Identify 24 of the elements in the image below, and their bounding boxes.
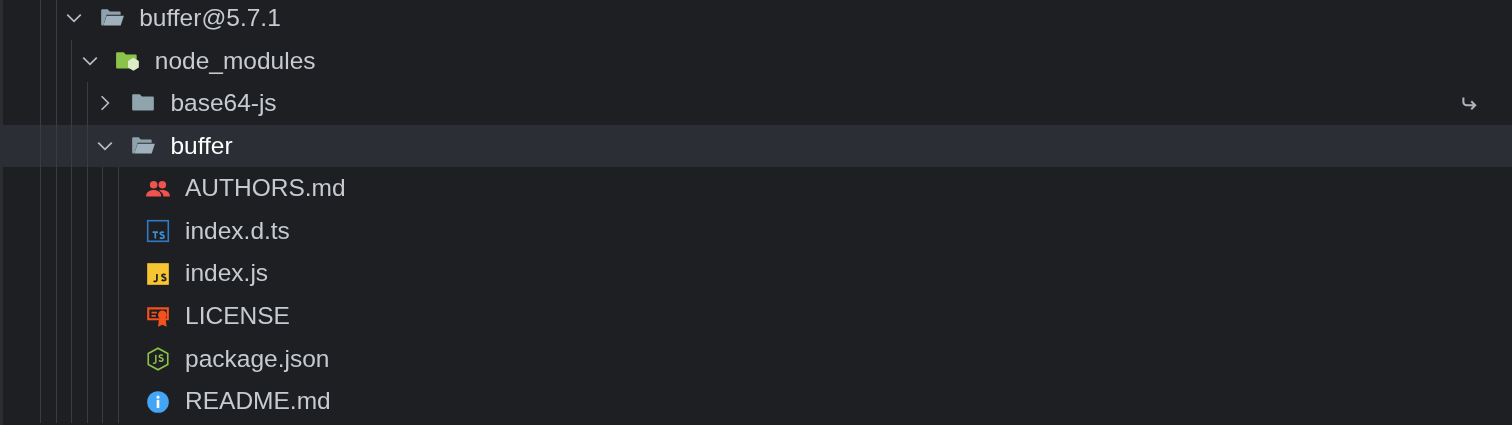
hexagon-js-icon [145, 346, 171, 373]
tree-row[interactable]: index.js [0, 252, 1512, 296]
tree-item-label: buffer [170, 130, 233, 161]
tree-row[interactable]: AUTHORS.md [0, 167, 1512, 210]
tree-row[interactable]: LICENSE [0, 295, 1512, 338]
tree-item-label: index.js [185, 258, 269, 289]
tree-item-label: LICENSE [185, 301, 290, 332]
tree-row[interactable]: base64-js [0, 82, 1512, 125]
tree-item-label: base64-js [170, 88, 277, 119]
info-icon [145, 388, 171, 415]
tree-item-label: package.json [185, 343, 330, 374]
tree-item-label: buffer@5.7.1 [139, 2, 281, 33]
tree-row[interactable]: index.d.ts [0, 209, 1512, 253]
tree-item-label: index.d.ts [185, 215, 290, 246]
ts-file-icon [145, 218, 171, 245]
tree-row[interactable]: buffer@5.7.1 [0, 0, 1512, 40]
selected-row[interactable]: buffer [0, 124, 1512, 168]
tree-row[interactable]: README.md [0, 380, 1512, 423]
tree-item-label: AUTHORS.md [185, 173, 346, 204]
tree-row[interactable]: package.json [0, 337, 1512, 381]
tree-item-label: README.md [185, 386, 331, 417]
tree-item-label: node_modules [154, 45, 316, 76]
js-file-icon [145, 260, 171, 287]
tree-row[interactable]: node_modules [0, 39, 1512, 83]
